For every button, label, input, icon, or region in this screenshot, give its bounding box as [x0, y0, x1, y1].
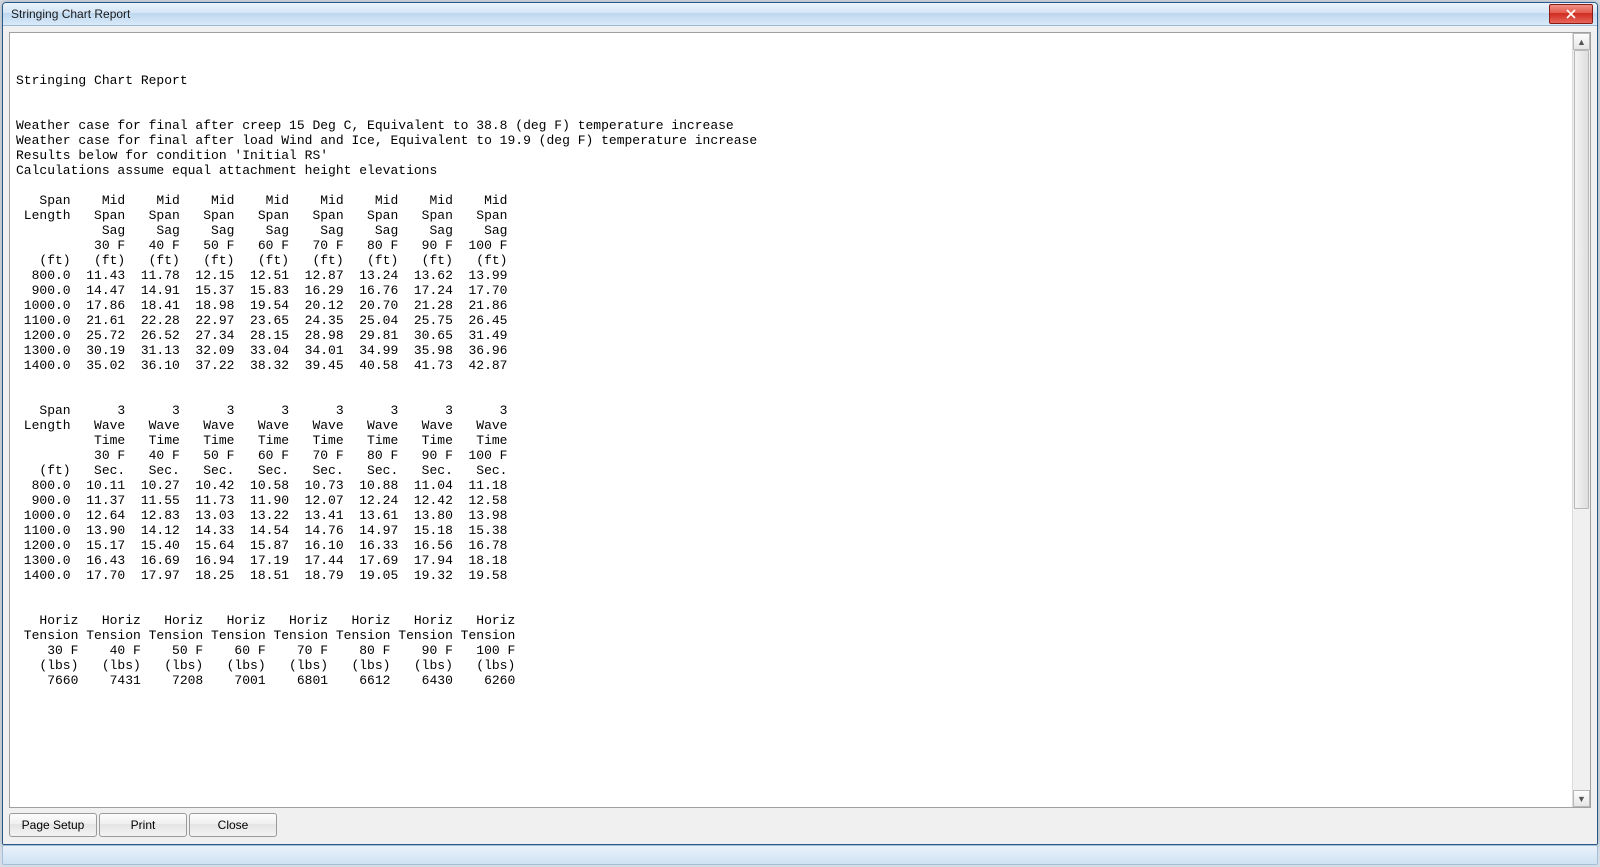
print-button[interactable]: Print — [99, 813, 187, 837]
scroll-track[interactable] — [1573, 50, 1590, 790]
close-button[interactable]: Close — [189, 813, 277, 837]
report-frame: Stringing Chart Report Weather case for … — [9, 32, 1591, 808]
window-title: Stringing Chart Report — [11, 7, 1547, 21]
titlebar[interactable]: Stringing Chart Report — [3, 3, 1597, 26]
page-setup-button[interactable]: Page Setup — [9, 813, 97, 837]
scroll-up-icon[interactable]: ▲ — [1573, 33, 1590, 50]
button-row: Page Setup Print Close — [9, 808, 1591, 838]
close-icon[interactable] — [1549, 4, 1593, 24]
taskbar-strip — [2, 845, 1598, 865]
scroll-thumb[interactable] — [1574, 50, 1589, 509]
client-area: Stringing Chart Report Weather case for … — [3, 26, 1597, 844]
report-text: Stringing Chart Report Weather case for … — [10, 33, 1572, 807]
scroll-down-icon[interactable]: ▼ — [1573, 790, 1590, 807]
vertical-scrollbar[interactable]: ▲ ▼ — [1572, 33, 1590, 807]
report-window: Stringing Chart Report Stringing Chart R… — [2, 2, 1598, 845]
